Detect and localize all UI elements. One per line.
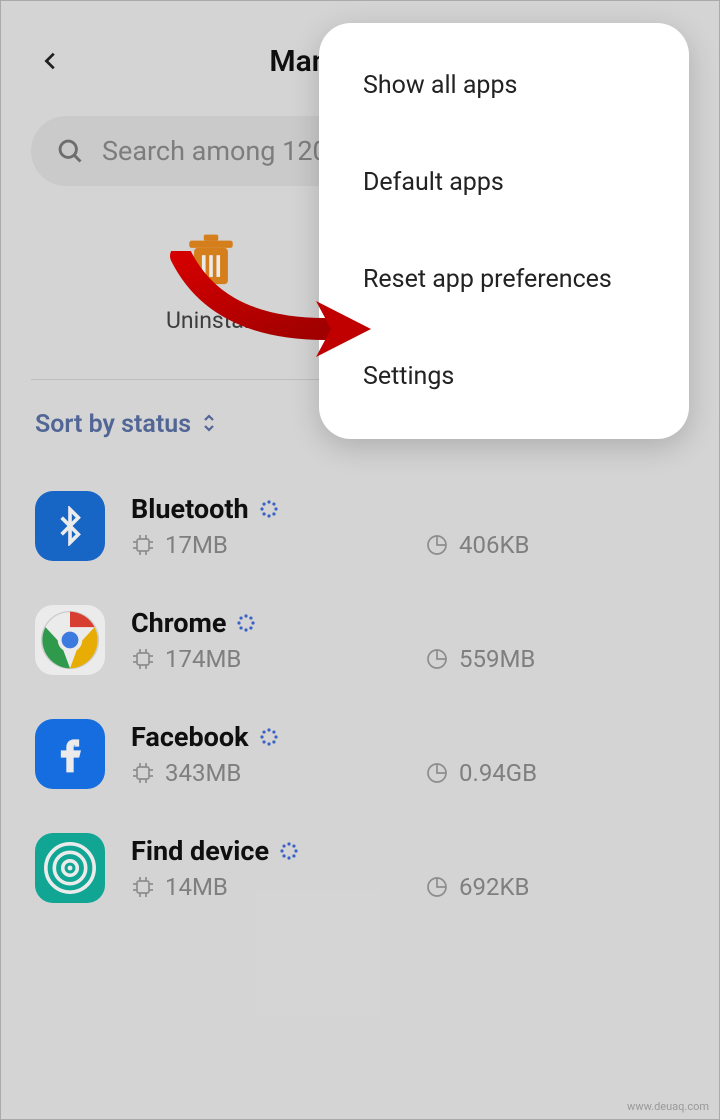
app-body: Chrome 174MB 559MB bbox=[131, 607, 685, 673]
app-list: Bluetooth 17MB 406KB Chrome 174MB 559MB … bbox=[1, 459, 719, 935]
ram-stat: 343MB bbox=[131, 759, 341, 787]
storage-stat: 0.94GB bbox=[425, 759, 635, 787]
app-icon bbox=[35, 491, 105, 561]
app-row[interactable]: Chrome 174MB 559MB bbox=[35, 583, 685, 697]
app-name: Bluetooth bbox=[131, 493, 249, 525]
menu-reset-app-preferences[interactable]: Reset app preferences bbox=[319, 231, 689, 328]
app-icon bbox=[35, 833, 105, 903]
overflow-menu: Show all apps Default apps Reset app pre… bbox=[319, 23, 689, 439]
app-name: Facebook bbox=[131, 721, 249, 753]
ram-stat: 17MB bbox=[131, 531, 341, 559]
app-row[interactable]: Bluetooth 17MB 406KB bbox=[35, 469, 685, 583]
app-body: Facebook 343MB 0.94GB bbox=[131, 721, 685, 787]
watermark: www.deuaq.com bbox=[627, 1100, 709, 1113]
menu-show-all-apps[interactable]: Show all apps bbox=[319, 37, 689, 134]
storage-stat: 406KB bbox=[425, 531, 635, 559]
trash-icon bbox=[182, 231, 240, 289]
storage-stat: 559MB bbox=[425, 645, 635, 673]
app-row[interactable]: Facebook 343MB 0.94GB bbox=[35, 697, 685, 811]
status-badge-icon bbox=[259, 727, 279, 747]
menu-settings[interactable]: Settings bbox=[319, 328, 689, 425]
app-row[interactable]: Find device 14MB 692KB bbox=[35, 811, 685, 925]
search-icon bbox=[56, 137, 84, 165]
app-body: Bluetooth 17MB 406KB bbox=[131, 493, 685, 559]
ram-stat: 14MB bbox=[131, 873, 341, 901]
app-name: Find device bbox=[131, 835, 269, 867]
sort-label: Sort by status bbox=[35, 410, 191, 439]
status-badge-icon bbox=[279, 841, 299, 861]
storage-stat: 692KB bbox=[425, 873, 635, 901]
status-badge-icon bbox=[259, 499, 279, 519]
menu-default-apps[interactable]: Default apps bbox=[319, 134, 689, 231]
status-badge-icon bbox=[236, 613, 256, 633]
app-name: Chrome bbox=[131, 607, 226, 639]
app-body: Find device 14MB 692KB bbox=[131, 835, 685, 901]
app-icon bbox=[35, 719, 105, 789]
uninstall-label: Uninstall bbox=[166, 307, 255, 334]
uninstall-tile[interactable]: Uninstall bbox=[141, 231, 281, 334]
ram-stat: 174MB bbox=[131, 645, 341, 673]
app-icon bbox=[35, 605, 105, 675]
sort-arrows-icon bbox=[201, 412, 217, 438]
